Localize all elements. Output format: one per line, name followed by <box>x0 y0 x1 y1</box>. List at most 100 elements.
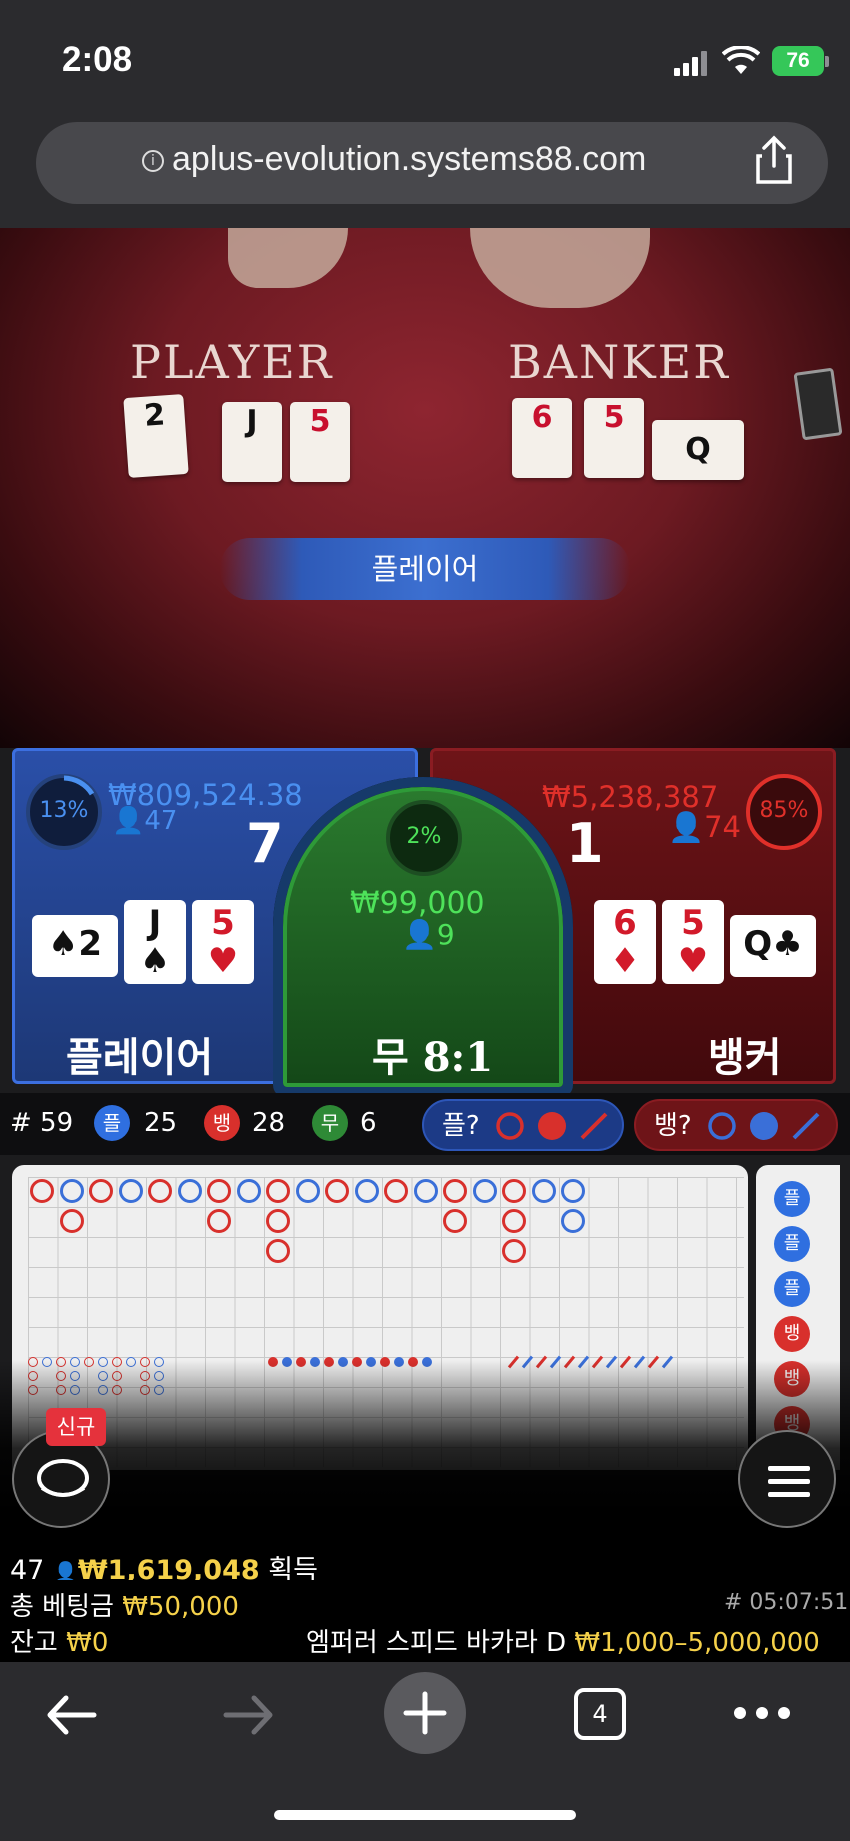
back-icon[interactable] <box>42 1690 102 1740</box>
tabs-button[interactable]: 4 <box>574 1688 626 1740</box>
table-player-card-1: 2 <box>123 394 189 478</box>
banker-win-count: 28 <box>252 1108 286 1138</box>
tie-stat-badge: 무 <box>312 1105 348 1141</box>
road-cell-player <box>177 1179 202 1203</box>
tie-bettor-count: 👤9 <box>402 918 455 951</box>
balance-value: ₩0 <box>66 1628 109 1658</box>
road-cell-banker <box>384 1179 408 1203</box>
road-cell-banker <box>502 1179 526 1203</box>
bead-cell: 플 <box>774 1181 810 1217</box>
road-cell-streak <box>561 1209 585 1233</box>
player-bet-label: 플레이어 <box>66 1035 214 1081</box>
home-indicator <box>274 1810 576 1820</box>
road-cell-banker <box>325 1179 349 1203</box>
battery-tip <box>825 56 829 67</box>
new-badge: 신규 <box>46 1408 106 1446</box>
table-banker-card-3: Q <box>652 420 744 480</box>
road-cell-streak <box>266 1209 290 1233</box>
tie-bet-label: 무 8:1 <box>372 1034 494 1081</box>
table-player-card-3: 5 <box>290 402 350 482</box>
table-name: 엠퍼러 스피드 바카라 D <box>306 1628 567 1658</box>
total-bet-value: ₩50,000 <box>122 1592 239 1622</box>
road-cell-player <box>236 1179 261 1203</box>
road-cell-streak <box>266 1239 290 1263</box>
battery-indicator: 76 <box>772 46 824 76</box>
url-text[interactable]: aplus-evolution.systems88.com <box>172 140 646 179</box>
player-card-1: ♠2 <box>32 915 118 977</box>
plus-icon <box>403 1691 447 1735</box>
bottom-fade <box>0 1360 850 1580</box>
wifi-icon <box>722 46 760 74</box>
table-limits: ₩1,000–5,000,000 <box>574 1628 820 1658</box>
tie-percent: 2% <box>406 824 442 849</box>
banker-percent: 85% <box>759 798 809 823</box>
tie-bettor-number: 9 <box>436 918 455 951</box>
road-cell-streak <box>502 1239 526 1263</box>
player-card-3: 5 ♥ <box>192 900 254 984</box>
round-id: # 05:07:51 <box>724 1590 849 1615</box>
tie-bet-amount: ₩99,000 <box>350 886 485 921</box>
road-cell-streak <box>59 1209 84 1233</box>
live-video-feed <box>0 228 850 748</box>
banker-score: 1 <box>566 812 604 875</box>
road-cell-streak <box>443 1209 467 1233</box>
road-cell-banker <box>30 1179 54 1203</box>
table-banker-card-2: 5 <box>584 398 644 478</box>
player-stat-badge: 플 <box>94 1105 130 1141</box>
road-cell-player <box>561 1179 585 1203</box>
bead-cell: 뱅 <box>774 1316 810 1352</box>
info-icon[interactable]: i <box>142 150 164 172</box>
banker-predict-label: 뱅? <box>654 1111 692 1141</box>
road-cell-player <box>531 1179 556 1203</box>
road-cell-player <box>354 1179 379 1203</box>
player-score: 7 <box>246 812 284 875</box>
table-player-label: PLAYER <box>130 335 334 389</box>
road-cell-streak <box>502 1209 526 1233</box>
banker-bet-label: 뱅커 <box>708 1035 782 1081</box>
signal-icon <box>674 51 707 76</box>
share-icon[interactable] <box>754 134 794 186</box>
menu-button[interactable] <box>738 1430 836 1528</box>
road-cell-banker <box>148 1179 172 1203</box>
road-cell-player <box>295 1179 320 1203</box>
player-percent: 13% <box>39 798 89 823</box>
banker-predict-icons <box>708 1112 820 1140</box>
balance-label: 잔고 <box>10 1628 58 1658</box>
table-info: 엠퍼러 스피드 바카라 D ₩1,000–5,000,000 <box>306 1622 820 1659</box>
road-cell-player <box>413 1179 438 1203</box>
tie-win-count: 6 <box>360 1108 377 1138</box>
new-tab-button[interactable] <box>384 1672 466 1754</box>
forward-icon[interactable] <box>218 1690 278 1740</box>
banker-bet-amount: ₩5,238,387 <box>542 780 719 814</box>
banker-bettor-number: 74 <box>704 810 742 844</box>
bead-cell: 플 <box>774 1226 810 1262</box>
chat-icon <box>37 1459 89 1497</box>
table-banker-card-1: 6 <box>512 398 572 478</box>
player-bettor-number: 47 <box>144 806 178 836</box>
player-bettor-count: 👤47 <box>112 806 177 836</box>
person-icon: 👤 <box>112 806 145 836</box>
banker-card-3: Q♣ <box>730 915 816 977</box>
road-cell-player <box>472 1179 497 1203</box>
total-bet: 총 베팅금 ₩50,000 <box>10 1586 239 1623</box>
road-cell-player <box>59 1179 84 1203</box>
road-cell-banker <box>89 1179 113 1203</box>
road-cell-streak <box>207 1209 231 1233</box>
player-win-count: 25 <box>144 1108 178 1138</box>
road-cell-banker <box>207 1179 231 1203</box>
road-cell-player <box>118 1179 143 1203</box>
more-icon[interactable] <box>730 1700 794 1726</box>
round-number: # 59 <box>10 1108 74 1138</box>
person-icon: 👤 <box>668 810 705 844</box>
person-icon: 👤 <box>402 918 437 951</box>
banker-bettor-count: 👤74 <box>668 810 741 845</box>
banker-card-1: 6 ♦ <box>594 900 656 984</box>
table-banker-label: BANKER <box>508 335 730 389</box>
bead-cell: 플 <box>774 1271 810 1307</box>
table-player-card-2: J <box>222 402 282 482</box>
player-predict-label: 플? <box>442 1111 480 1141</box>
banker-stat-badge: 뱅 <box>204 1105 240 1141</box>
clock: 2:08 <box>62 40 133 79</box>
balance: 잔고 ₩0 <box>10 1622 108 1659</box>
road-cell-banker <box>443 1179 467 1203</box>
